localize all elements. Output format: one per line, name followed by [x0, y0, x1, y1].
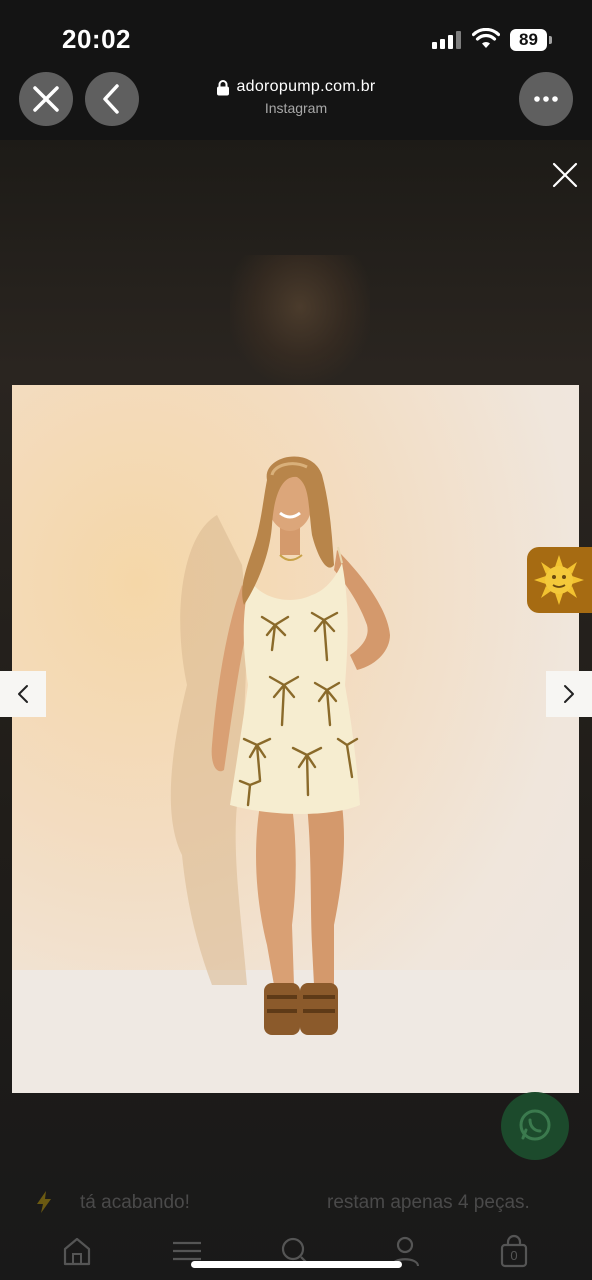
- lightbox-close-icon[interactable]: [550, 160, 580, 190]
- chevron-left-icon: [103, 84, 119, 114]
- previous-image-button[interactable]: [0, 671, 46, 717]
- product-photo: [12, 385, 579, 1093]
- address-bar[interactable]: adoropump.com.br Instagram: [160, 78, 432, 116]
- battery-indicator: 89: [510, 29, 552, 51]
- next-image-button[interactable]: [546, 671, 592, 717]
- status-bar: 20:02 89: [0, 0, 592, 70]
- bolt-icon: [37, 1191, 51, 1213]
- cellular-signal-icon: [432, 31, 462, 49]
- home-indicator[interactable]: [191, 1261, 402, 1268]
- back-browser-button[interactable]: [85, 72, 139, 126]
- bottom-navigation: 0: [0, 1228, 592, 1280]
- close-icon: [33, 86, 59, 112]
- chevron-right-icon: [564, 685, 574, 703]
- bag-count: 0: [510, 1248, 518, 1263]
- promo-bar: tá acabando! restam apenas 4 peças.: [0, 1182, 592, 1222]
- wifi-icon: [472, 28, 500, 48]
- bag-button[interactable]: 0: [497, 1234, 531, 1268]
- whatsapp-button[interactable]: [501, 1092, 569, 1160]
- background-product-thumbnail: [230, 255, 370, 385]
- battery-level: 89: [510, 29, 547, 51]
- sun-icon: [534, 555, 584, 605]
- close-browser-button[interactable]: [19, 72, 73, 126]
- sun-badge-button[interactable]: [527, 547, 592, 613]
- more-options-button[interactable]: [519, 72, 573, 126]
- promo-text-left: tá acabando!: [80, 1192, 190, 1213]
- chevron-left-icon: [18, 685, 28, 703]
- home-icon[interactable]: [60, 1234, 94, 1268]
- ellipsis-icon: [534, 96, 558, 102]
- status-time: 20:02: [62, 24, 131, 54]
- lock-icon: [217, 79, 230, 95]
- page-source: Instagram: [264, 100, 328, 116]
- whatsapp-icon: [519, 1109, 551, 1141]
- page-url: adoropump.com.br: [236, 78, 376, 95]
- promo-text-right: restam apenas 4 peças.: [327, 1192, 530, 1213]
